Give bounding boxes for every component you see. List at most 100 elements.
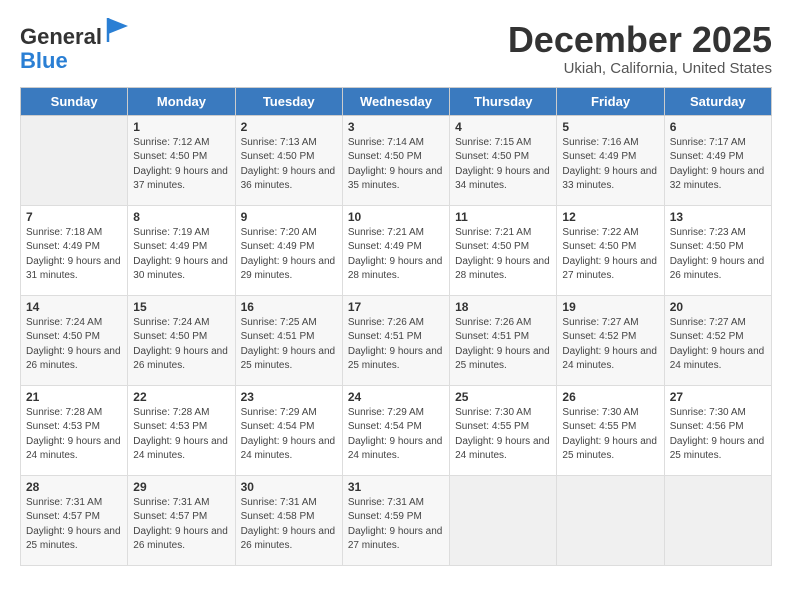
day-cell: 27 Sunrise: 7:30 AMSunset: 4:56 PMDayligh… (664, 385, 771, 475)
day-info: Sunrise: 7:26 AMSunset: 4:51 PMDaylight:… (348, 316, 444, 374)
day-cell (557, 475, 664, 565)
day-cell: 20Sunrise: 7:27 AMSunset: 4:52 PMDayligh… (664, 295, 771, 385)
day-number: 10 (348, 210, 444, 224)
day-cell: 21 Sunrise: 7:28 AMSunset: 4:53 PMDayligh… (21, 385, 128, 475)
day-info: Sunrise: 7:31 AMSunset: 4:57 PMDaylight:… (26, 496, 122, 554)
day-number: 29 (133, 480, 229, 494)
day-cell (664, 475, 771, 565)
week-row-2: 7 Sunrise: 7:18 AMSunset: 4:49 PMDaylight… (21, 205, 772, 295)
logo-flag-icon (104, 16, 132, 44)
day-number: 16 (241, 300, 337, 314)
day-cell: 5 Sunrise: 7:16 AMSunset: 4:49 PMDaylight… (557, 115, 664, 205)
day-number: 30 (241, 480, 337, 494)
day-info: Sunrise: 7:29 AMSunset: 4:54 PMDaylight:… (348, 406, 444, 464)
day-number: 19 (562, 300, 658, 314)
day-info: Sunrise: 7:15 AMSunset: 4:50 PMDaylight:… (455, 136, 551, 194)
day-info: Sunrise: 7:21 AMSunset: 4:50 PMDaylight:… (455, 226, 551, 284)
day-info: Sunrise: 7:12 AMSunset: 4:50 PMDaylight:… (133, 136, 229, 194)
day-info: Sunrise: 7:24 AMSunset: 4:50 PMDaylight:… (133, 316, 229, 374)
day-info: Sunrise: 7:18 AMSunset: 4:49 PMDaylight:… (26, 226, 122, 284)
col-header-saturday: Saturday (664, 87, 771, 115)
day-number: 6 (670, 120, 766, 134)
day-info: Sunrise: 7:24 AMSunset: 4:50 PMDaylight:… (26, 316, 122, 374)
day-cell: 22 Sunrise: 7:28 AMSunset: 4:53 PMDayligh… (128, 385, 235, 475)
day-cell: 25 Sunrise: 7:30 AMSunset: 4:55 PMDayligh… (450, 385, 557, 475)
day-cell: 16 Sunrise: 7:25 AMSunset: 4:51 PMDayligh… (235, 295, 342, 385)
day-number: 2 (241, 120, 337, 134)
day-number: 24 (348, 390, 444, 404)
day-cell: 6 Sunrise: 7:17 AMSunset: 4:49 PMDaylight… (664, 115, 771, 205)
day-cell: 29Sunrise: 7:31 AMSunset: 4:57 PMDayligh… (128, 475, 235, 565)
day-number: 21 (26, 390, 122, 404)
day-number: 1 (133, 120, 229, 134)
day-info: Sunrise: 7:28 AMSunset: 4:53 PMDaylight:… (26, 406, 122, 464)
day-info: Sunrise: 7:29 AMSunset: 4:54 PMDaylight:… (241, 406, 337, 464)
day-info: Sunrise: 7:22 AMSunset: 4:50 PMDaylight:… (562, 226, 658, 284)
week-row-5: 28 Sunrise: 7:31 AMSunset: 4:57 PMDayligh… (21, 475, 772, 565)
day-number: 8 (133, 210, 229, 224)
day-cell: 19 Sunrise: 7:27 AMSunset: 4:52 PMDayligh… (557, 295, 664, 385)
day-cell (450, 475, 557, 565)
day-info: Sunrise: 7:27 AMSunset: 4:52 PMDaylight:… (562, 316, 658, 374)
day-number: 27 (670, 390, 766, 404)
day-number: 31 (348, 480, 444, 494)
day-cell: 12 Sunrise: 7:22 AMSunset: 4:50 PMDayligh… (557, 205, 664, 295)
col-header-wednesday: Wednesday (342, 87, 449, 115)
day-cell: 17 Sunrise: 7:26 AMSunset: 4:51 PMDayligh… (342, 295, 449, 385)
day-number: 28 (26, 480, 122, 494)
day-info: Sunrise: 7:25 AMSunset: 4:51 PMDaylight:… (241, 316, 337, 374)
logo-text-blue: Blue (20, 48, 68, 73)
title-block: December 2025 Ukiah, California, United … (508, 20, 772, 77)
day-cell: 2 Sunrise: 7:13 AMSunset: 4:50 PMDaylight… (235, 115, 342, 205)
day-info: Sunrise: 7:26 AMSunset: 4:51 PMDaylight:… (455, 316, 551, 374)
day-info: Sunrise: 7:28 AMSunset: 4:53 PMDaylight:… (133, 406, 229, 464)
day-info: Sunrise: 7:31 AMSunset: 4:59 PMDaylight:… (348, 496, 444, 554)
day-info: Sunrise: 7:31 AMSunset: 4:58 PMDaylight:… (241, 496, 337, 554)
col-header-sunday: Sunday (21, 87, 128, 115)
page-header: General Blue December 2025 Ukiah, Califo… (20, 20, 772, 77)
day-number: 17 (348, 300, 444, 314)
day-info: Sunrise: 7:19 AMSunset: 4:49 PMDaylight:… (133, 226, 229, 284)
day-number: 3 (348, 120, 444, 134)
day-number: 15 (133, 300, 229, 314)
day-cell: 14 Sunrise: 7:24 AMSunset: 4:50 PMDayligh… (21, 295, 128, 385)
month-title: December 2025 (508, 20, 772, 60)
day-cell: 4Sunrise: 7:15 AMSunset: 4:50 PMDaylight… (450, 115, 557, 205)
logo-text-general: General (20, 24, 102, 49)
day-cell: 8 Sunrise: 7:19 AMSunset: 4:49 PMDaylight… (128, 205, 235, 295)
week-row-4: 21 Sunrise: 7:28 AMSunset: 4:53 PMDayligh… (21, 385, 772, 475)
day-cell: 13Sunrise: 7:23 AMSunset: 4:50 PMDayligh… (664, 205, 771, 295)
day-cell: 11 Sunrise: 7:21 AMSunset: 4:50 PMDayligh… (450, 205, 557, 295)
day-number: 23 (241, 390, 337, 404)
day-number: 20 (670, 300, 766, 314)
day-info: Sunrise: 7:30 AMSunset: 4:55 PMDaylight:… (455, 406, 551, 464)
day-number: 11 (455, 210, 551, 224)
day-cell: 7 Sunrise: 7:18 AMSunset: 4:49 PMDaylight… (21, 205, 128, 295)
day-cell: 1 Sunrise: 7:12 AMSunset: 4:50 PMDaylight… (128, 115, 235, 205)
day-number: 22 (133, 390, 229, 404)
day-number: 12 (562, 210, 658, 224)
day-cell: 28 Sunrise: 7:31 AMSunset: 4:57 PMDayligh… (21, 475, 128, 565)
day-cell: 23 Sunrise: 7:29 AMSunset: 4:54 PMDayligh… (235, 385, 342, 475)
day-info: Sunrise: 7:16 AMSunset: 4:49 PMDaylight:… (562, 136, 658, 194)
header-row: SundayMondayTuesdayWednesdayThursdayFrid… (21, 87, 772, 115)
day-info: Sunrise: 7:30 AMSunset: 4:56 PMDaylight:… (670, 406, 766, 464)
day-cell: 31 Sunrise: 7:31 AMSunset: 4:59 PMDayligh… (342, 475, 449, 565)
day-info: Sunrise: 7:20 AMSunset: 4:49 PMDaylight:… (241, 226, 337, 284)
day-number: 5 (562, 120, 658, 134)
day-cell: 10 Sunrise: 7:21 AMSunset: 4:49 PMDayligh… (342, 205, 449, 295)
day-cell: 15 Sunrise: 7:24 AMSunset: 4:50 PMDayligh… (128, 295, 235, 385)
day-cell: 9Sunrise: 7:20 AMSunset: 4:49 PMDaylight… (235, 205, 342, 295)
day-info: Sunrise: 7:21 AMSunset: 4:49 PMDaylight:… (348, 226, 444, 284)
week-row-3: 14 Sunrise: 7:24 AMSunset: 4:50 PMDayligh… (21, 295, 772, 385)
day-number: 14 (26, 300, 122, 314)
day-number: 25 (455, 390, 551, 404)
day-cell: 18 Sunrise: 7:26 AMSunset: 4:51 PMDayligh… (450, 295, 557, 385)
day-number: 18 (455, 300, 551, 314)
day-info: Sunrise: 7:13 AMSunset: 4:50 PMDaylight:… (241, 136, 337, 194)
logo: General Blue (20, 20, 132, 73)
col-header-friday: Friday (557, 87, 664, 115)
day-info: Sunrise: 7:17 AMSunset: 4:49 PMDaylight:… (670, 136, 766, 194)
day-info: Sunrise: 7:14 AMSunset: 4:50 PMDaylight:… (348, 136, 444, 194)
day-number: 7 (26, 210, 122, 224)
